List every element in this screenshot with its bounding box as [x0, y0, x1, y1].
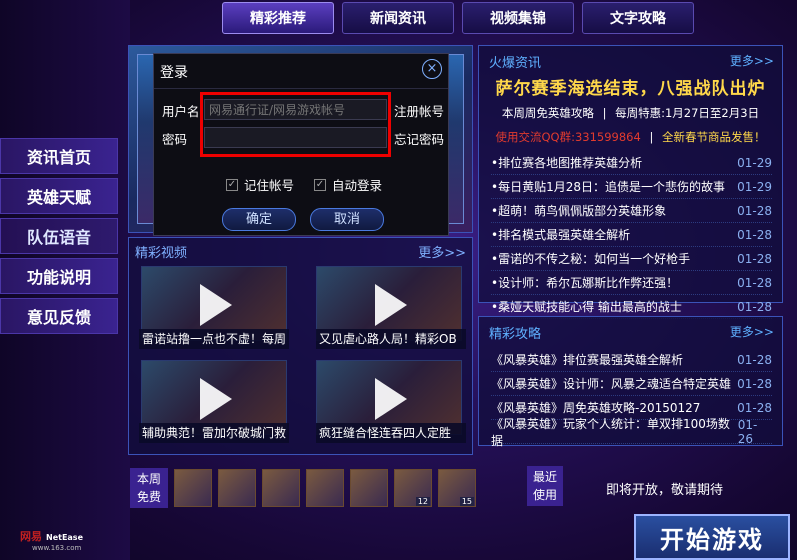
hot-news-more-link[interactable]: 更多>>: [730, 52, 774, 71]
list-item[interactable]: 《风暴英雄》玩家个人统计：单双排100场数据 01-26: [491, 417, 772, 448]
top-tabs: 精彩推荐 新闻资讯 视频集锦 文字攻略: [222, 2, 694, 34]
sub-links: 本周周免英雄攻略 | 每周特惠:1月27日至2月3日: [501, 106, 760, 120]
login-dialog: 登录 × 用户名 注册帐号 密码 忘记密码 ✓记住帐号 ✓自动登录 确定 取消: [153, 53, 449, 236]
check-icon: ✓: [226, 178, 238, 191]
list-item[interactable]: •排名模式最强英雄全解析 01-28: [491, 223, 772, 247]
tab-videos[interactable]: 视频集锦: [462, 2, 574, 34]
hero-portrait[interactable]: [350, 469, 388, 507]
headline[interactable]: 萨尔赛季海选结束，八强战队出炉: [479, 74, 782, 99]
hero-portrait[interactable]: [306, 469, 344, 507]
new-year-goods-link[interactable]: 全新春节商品发售！: [662, 130, 766, 144]
auto-login-checkbox[interactable]: ✓ 自动登录: [314, 175, 382, 194]
tab-news[interactable]: 新闻资讯: [342, 2, 454, 34]
list-item[interactable]: 《风暴英雄》设计师：风暴之魂适合特定英雄 01-28: [491, 372, 772, 396]
list-item[interactable]: •排位赛各地图推荐英雄分析 01-29: [491, 151, 772, 175]
play-icon: [375, 284, 407, 326]
highlight-box: [200, 92, 391, 157]
hot-news-panel: 火爆资讯 更多>> 萨尔赛季海选结束，八强战队出炉 本周周免英雄攻略 | 每周特…: [478, 45, 783, 319]
hero-portrait[interactable]: 12: [394, 469, 432, 507]
check-icon: ✓: [314, 178, 326, 191]
recent-label: 最近 使用: [527, 466, 563, 506]
hero-portrait[interactable]: [218, 469, 256, 507]
video-caption[interactable]: 辅助典范！雷加尔破城门救: [139, 423, 289, 443]
guide-list: 《风暴英雄》排位赛最强英雄全解析 01-28 《风暴英雄》设计师：风暴之魂适合特定…: [479, 348, 782, 448]
video-panel-title: 精彩视频: [135, 246, 188, 261]
sidebar: 资讯首页 英雄天赋 队伍语音 功能说明 意见反馈: [0, 138, 118, 338]
hero-portrait[interactable]: 15: [438, 469, 476, 507]
sidebar-item-talents[interactable]: 英雄天赋: [0, 178, 118, 214]
guide-panel: 精彩攻略 更多>> 《风暴英雄》排位赛最强英雄全解析 01-28 《风暴英雄》设计…: [478, 316, 783, 448]
forgot-password-link[interactable]: 忘记密码: [394, 129, 444, 148]
video-caption[interactable]: 又见虐心路人局！精彩OB: [316, 329, 466, 349]
password-label: 密码: [162, 132, 188, 147]
sidebar-item-feedback[interactable]: 意见反馈: [0, 298, 118, 334]
remember-checkbox[interactable]: ✓ 记住帐号: [226, 175, 294, 194]
play-icon: [200, 284, 232, 326]
sidebar-item-home[interactable]: 资讯首页: [0, 138, 118, 174]
list-item[interactable]: •超萌！萌鸟佩佩版部分英雄形象 01-28: [491, 199, 772, 223]
list-item[interactable]: •设计师：希尔瓦娜斯比作弊还强！ 01-28: [491, 271, 772, 295]
confirm-button[interactable]: 确定: [222, 208, 296, 231]
start-game-button[interactable]: 开始游戏: [634, 514, 790, 560]
weekly-deal-link[interactable]: 每周特惠:1月27日至2月3日: [615, 106, 759, 120]
tab-guides[interactable]: 文字攻略: [582, 2, 694, 34]
close-icon[interactable]: ×: [422, 59, 442, 79]
username-label: 用户名: [162, 104, 200, 119]
guide-title: 精彩攻略: [489, 327, 542, 342]
weekly-free-link[interactable]: 本周周免英雄攻略: [502, 106, 594, 120]
play-icon: [200, 378, 232, 420]
list-item[interactable]: •雷诺的不传之秘：如何当一个好枪手 01-28: [491, 247, 772, 271]
video-caption[interactable]: 雷诺站撸一点也不虚！每周: [139, 329, 289, 349]
sidebar-item-help[interactable]: 功能说明: [0, 258, 118, 294]
guide-more-link[interactable]: 更多>>: [730, 323, 774, 342]
login-title: 登录: [160, 65, 188, 81]
coming-soon-text: 即将开放，敬请期待: [606, 483, 724, 498]
video-more-link[interactable]: 更多>>: [418, 242, 466, 261]
video-caption[interactable]: 疯狂缝合怪连吞四人定胜: [316, 423, 466, 443]
sidebar-item-voice[interactable]: 队伍语音: [0, 218, 118, 254]
list-item[interactable]: •每日黄贴1月28日：追债是一个悲伤的故事 01-29: [491, 175, 772, 199]
hot-news-title: 火爆资讯: [489, 56, 542, 71]
register-link[interactable]: 注册帐号: [394, 101, 444, 120]
promo-links: 使用交流QQ群:331599864 | 全新春节商品发售！: [495, 130, 766, 144]
hero-portrait[interactable]: [262, 469, 300, 507]
hot-news-list: •排位赛各地图推荐英雄分析 01-29 •每日黄贴1月28日：追债是一个悲伤的故事…: [479, 151, 782, 319]
video-panel: 精彩视频 更多>> 雷诺站撸一点也不虚！每周 又见虐心路人局！精彩OB 辅助典范…: [128, 237, 473, 455]
play-icon: [375, 378, 407, 420]
list-item[interactable]: 《风暴英雄》排位赛最强英雄全解析 01-28: [491, 348, 772, 372]
free-label: 本周 免费: [130, 468, 168, 508]
qq-group-link[interactable]: 使用交流QQ群:331599864: [495, 130, 640, 144]
cancel-button[interactable]: 取消: [310, 208, 384, 231]
hero-portrait[interactable]: [174, 469, 212, 507]
netease-logo: 网易 NetEase www.163.com: [20, 530, 83, 552]
divider: [154, 88, 448, 89]
free-heroes-bar: 本周 免费 12 15: [130, 466, 650, 510]
tab-featured[interactable]: 精彩推荐: [222, 2, 334, 34]
